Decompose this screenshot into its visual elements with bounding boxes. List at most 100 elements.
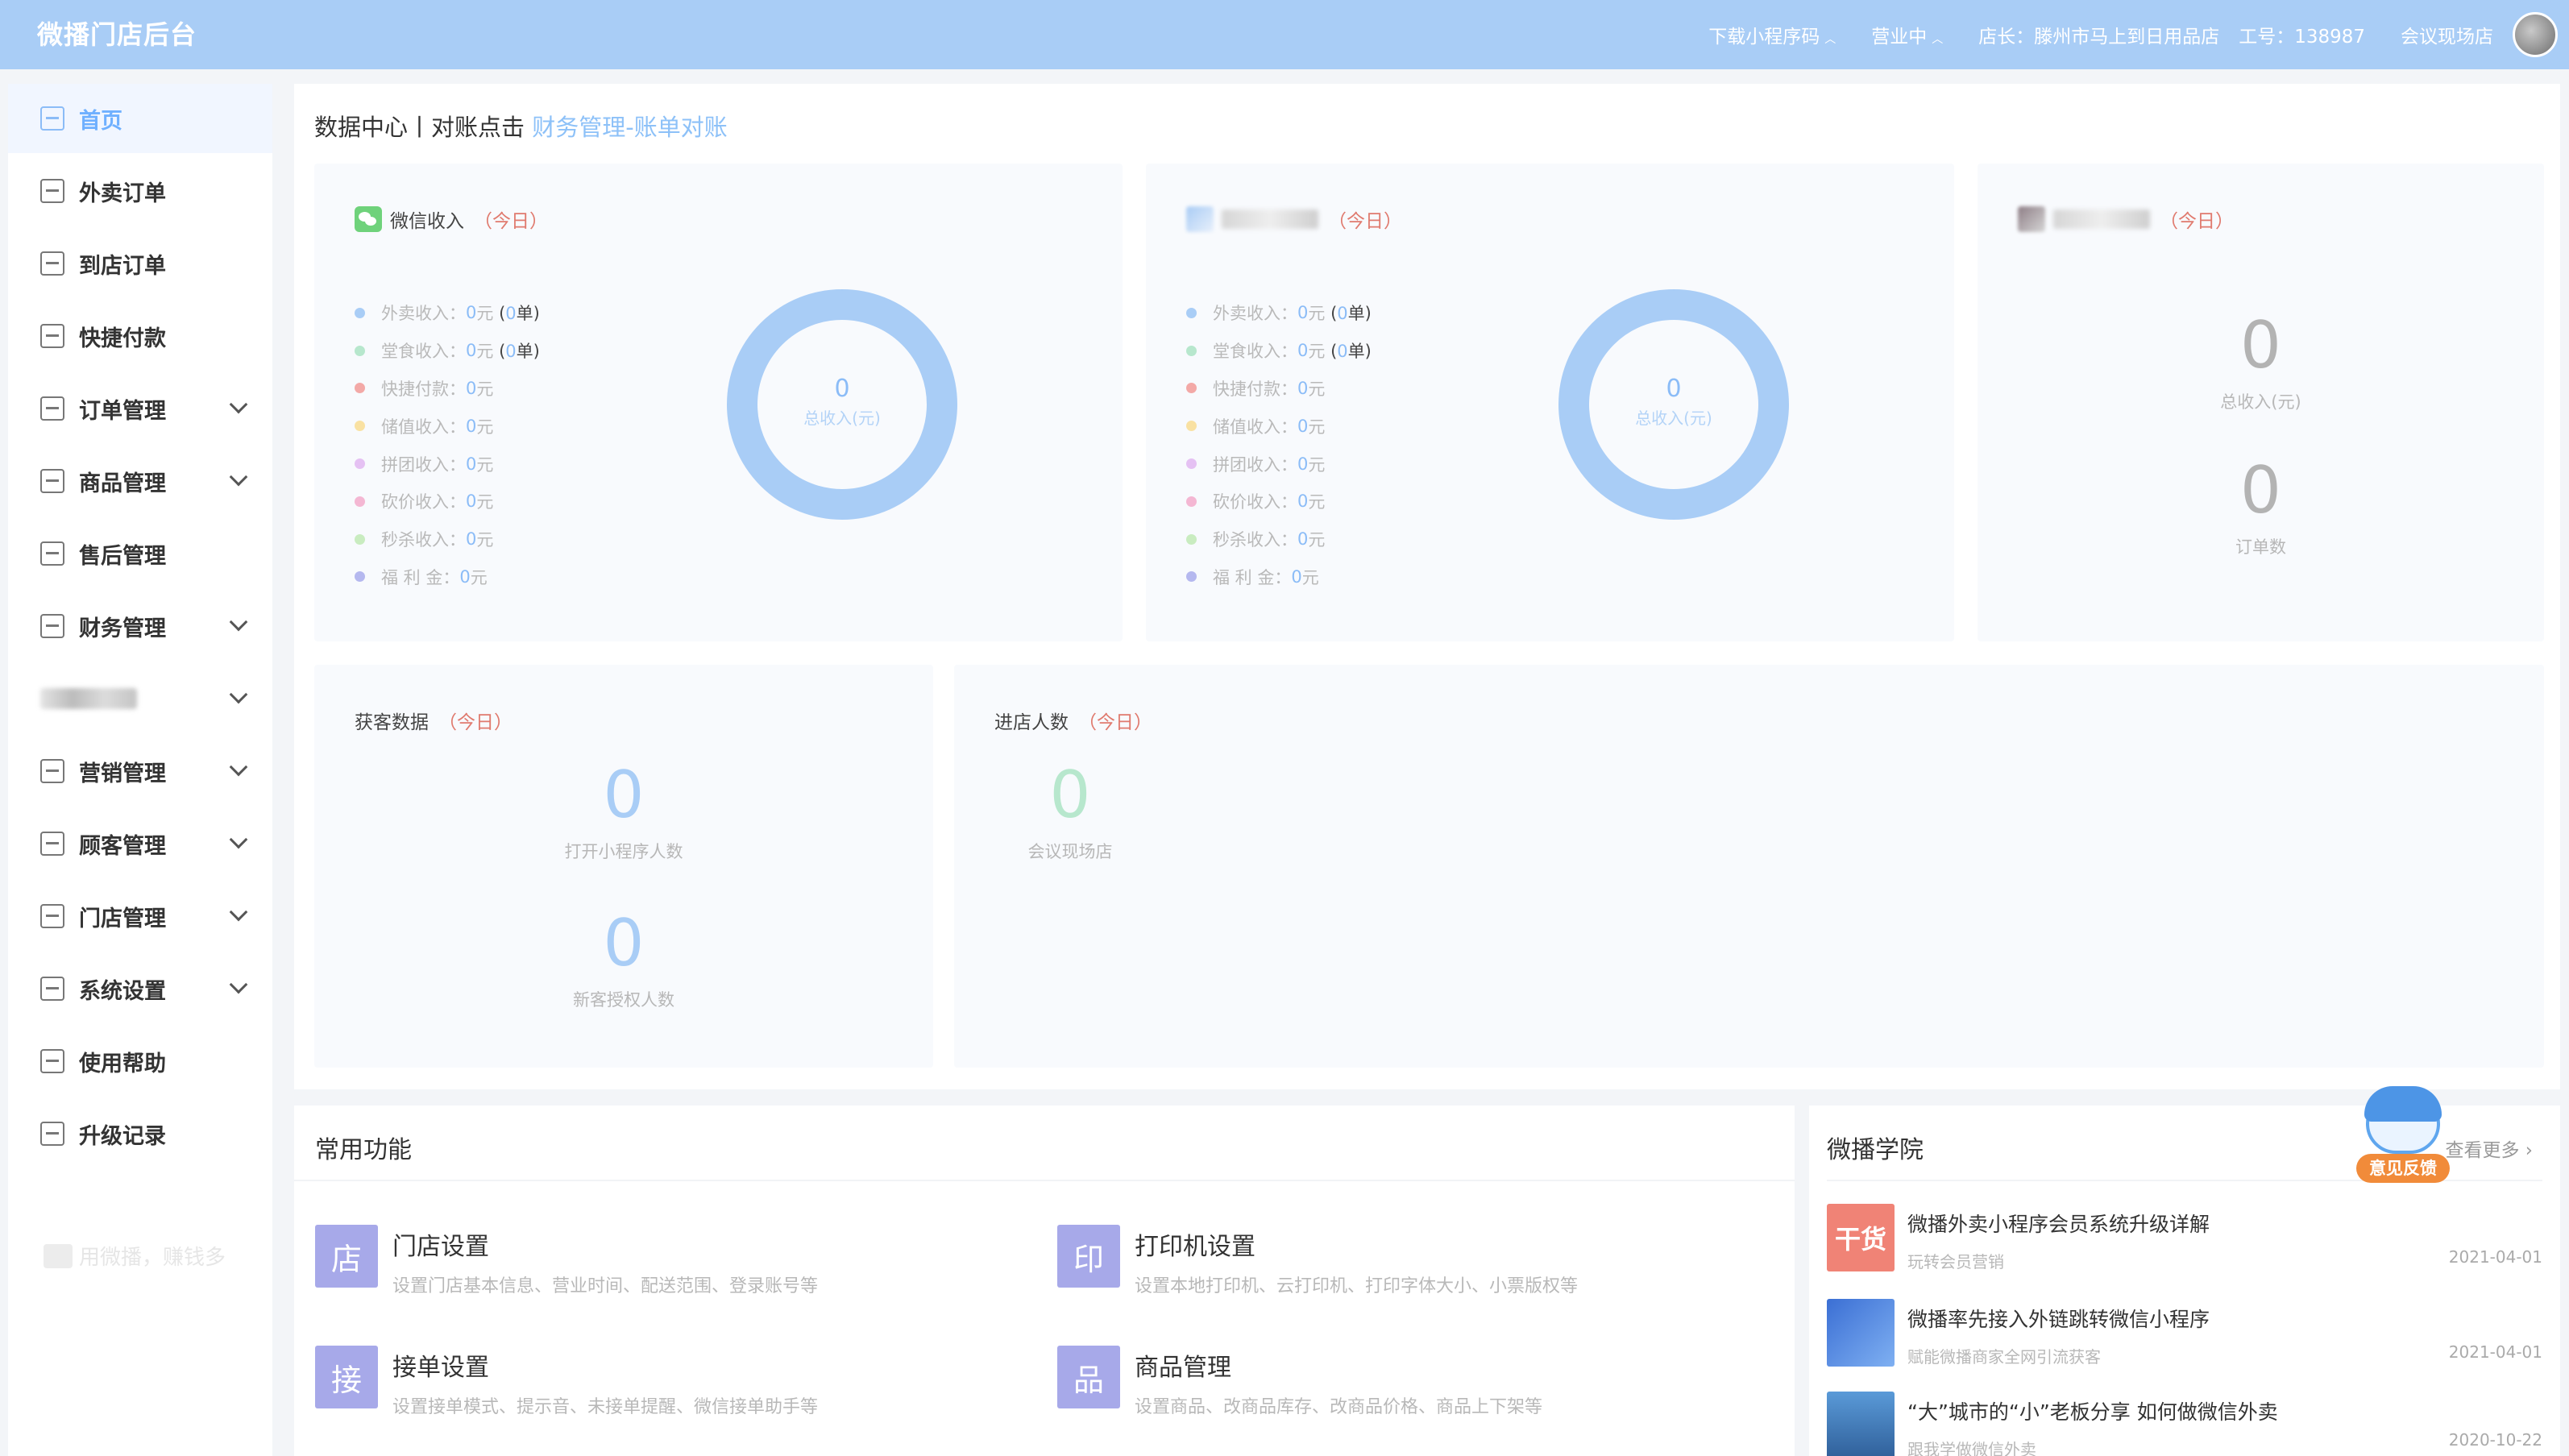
shortcut-desc: 设置本地打印机、云打印机、打印字体大小、小票版权等 <box>1135 1276 1579 1296</box>
legend-row: 储值收入： 0 元 <box>355 407 540 445</box>
sidebar-item-marketing[interactable]: 营销管理 <box>8 736 272 806</box>
visitors-stat: 0 会议现场店 <box>990 763 1151 863</box>
feedback-button[interactable]: 意见反馈 <box>2353 1086 2453 1189</box>
business-status-button[interactable]: 营业中 ︿ <box>1871 21 1943 48</box>
legend-dot <box>355 571 365 583</box>
article-date: 2021-04-01 <box>2448 1342 2542 1362</box>
legend-row: 砍价收入： 0 元 <box>355 483 540 521</box>
clipboard-check-icon <box>40 179 64 203</box>
sidebar-footer-text: 用微播，赚钱多 <box>79 1246 226 1270</box>
legend-label: 秒杀收入： <box>381 530 466 550</box>
total-income-label: 总收入(元) <box>2220 392 2301 412</box>
sidebar-item-label: 外卖订单 <box>79 180 166 206</box>
bill-reconcile-link[interactable]: 财务管理-账单对账 <box>532 114 727 141</box>
view-more-link[interactable]: 查看更多 › <box>2445 1135 2533 1162</box>
mascot-hat-icon <box>2364 1086 2442 1122</box>
brand-title: 微播门店后台 <box>37 19 197 50</box>
sidebar-item-customers[interactable]: 顾客管理 <box>8 809 272 878</box>
card-header: （今日） <box>1186 205 1402 233</box>
today-tag: （今日） <box>1078 712 1152 733</box>
store-settings-shortcut[interactable]: 店 门店设置 设置门店基本信息、营业时间、配送范围、登录账号等 <box>315 1225 818 1297</box>
article-item[interactable]: 微播率先接入外链跳转微信小程序 赋能微播商家全网引流获客 2021-04-01 <box>1827 1299 2542 1371</box>
legend-unit: 元 <box>476 530 494 550</box>
venue-label[interactable]: 会议现场店 <box>2401 21 2493 48</box>
income-legend: 外卖收入： 0 元 (0单) 堂食收入： 0 元 (0单) 快捷付款： 0 元 储值收入： 0… <box>1186 294 1372 595</box>
shortcut-title: 打印机设置 <box>1135 1233 1255 1261</box>
total-income-stat: 0 总收入(元) <box>1978 313 2544 413</box>
article-title: 微播外卖小程序会员系统升级详解 <box>1907 1213 2210 1236</box>
blurred-title <box>1222 209 1318 229</box>
order-icon <box>40 396 64 421</box>
new-auth-value: 0 <box>603 906 645 981</box>
sidebar-item-order-management[interactable]: 订单管理 <box>8 374 272 443</box>
donut-total-value: 0 <box>834 375 850 403</box>
legend-unit: 元 <box>1308 304 1326 324</box>
sidebar-item-store-management[interactable]: 门店管理 <box>8 881 272 951</box>
sidebar: 首页 外卖订单 到店订单 快捷付款 订单管理 商品管理 售后管理 财务管理 营销… <box>8 84 272 1456</box>
order-receiving-settings-shortcut[interactable]: 接 接单设置 设置接单模式、提示音、未接单提醒、微信接单助手等 <box>315 1346 818 1418</box>
legend-dot <box>1186 383 1197 394</box>
legend-value: 0 <box>1297 341 1309 361</box>
orders-count: 0 <box>505 304 517 324</box>
legend-value: 0 <box>466 378 477 398</box>
printer-settings-shortcut[interactable]: 印 打印机设置 设置本地打印机、云打印机、打印字体大小、小票版权等 <box>1057 1225 1578 1297</box>
sidebar-item-quick-pay[interactable]: 快捷付款 <box>8 301 272 371</box>
legend-label: 储值收入： <box>381 417 466 437</box>
orders-count: 0 <box>1337 342 1348 362</box>
shortcut-text: 接单设置 设置接单模式、提示音、未接单提醒、微信接单助手等 <box>392 1346 818 1418</box>
legend-label: 砍价收入： <box>1213 492 1297 512</box>
avatar[interactable] <box>2513 12 2558 57</box>
legend-row: 快捷付款： 0 元 <box>355 370 540 408</box>
sidebar-item-label: 系统设置 <box>79 978 166 1004</box>
sidebar-item-instore-orders[interactable]: 到店订单 <box>8 229 272 298</box>
sidebar-item-delivery-orders[interactable]: 外卖订单 <box>8 156 272 226</box>
staff-id-label: 工号：138987 <box>2239 27 2365 48</box>
legend-row: 储值收入： 0 元 <box>1186 407 1372 445</box>
sidebar-item-after-sales[interactable]: 售后管理 <box>8 519 272 588</box>
chevron-down-icon <box>229 685 248 704</box>
download-mini-program-button[interactable]: 下载小程序码 ︿ <box>1708 21 1836 48</box>
sidebar-item-label: 首页 <box>79 108 122 134</box>
card-header: 微信收入 （今日） <box>355 205 548 233</box>
people-icon <box>40 251 64 276</box>
card-title: 获客数据 <box>355 712 429 733</box>
sidebar-item-blurred[interactable] <box>8 664 272 733</box>
sidebar-item-label: 快捷付款 <box>79 326 166 351</box>
legend-row: 外卖收入： 0 元 (0单) <box>355 294 540 332</box>
sidebar-item-upgrade-log[interactable]: 升级记录 <box>8 1099 272 1168</box>
product-management-shortcut[interactable]: 品 商品管理 设置商品、改商品库存、改商品价格、商品上下架等 <box>1057 1346 1542 1418</box>
sidebar-item-label: 售后管理 <box>79 543 166 569</box>
upgrade-icon <box>40 1122 64 1146</box>
download-mini-label: 下载小程序码 <box>1708 27 1820 48</box>
common-functions-panel: 常用功能 店 门店设置 设置门店基本信息、营业时间、配送范围、登录账号等 印 打… <box>294 1105 1795 1456</box>
monitor-icon <box>40 106 64 131</box>
legend-value: 0 <box>1297 454 1309 474</box>
sidebar-item-label: 营销管理 <box>79 761 166 786</box>
article-thumbnail <box>1827 1299 1895 1367</box>
sidebar-item-help[interactable]: 使用帮助 <box>8 1027 272 1096</box>
legend-dot <box>1186 421 1197 432</box>
article-item[interactable]: 干货 微播外卖小程序会员系统升级详解 玩转会员营销 2021-04-01 <box>1827 1204 2542 1276</box>
legend-label: 砍价收入： <box>381 492 466 512</box>
chevron-up-icon: ︿ <box>1932 33 1944 46</box>
sidebar-item-label: 订单管理 <box>79 398 166 424</box>
legend-dot <box>355 533 365 545</box>
legend-row: 秒杀收入： 0 元 <box>1186 521 1372 558</box>
sidebar-item-finance[interactable]: 财务管理 <box>8 591 272 661</box>
legend-label: 福 利 金： <box>381 567 460 587</box>
thumbnail-text: 干货 <box>1834 1224 1886 1255</box>
sidebar-item-label: 顾客管理 <box>79 833 166 859</box>
legend-row: 福 利 金： 0 元 <box>1186 558 1372 596</box>
sidebar-item-product-management[interactable]: 商品管理 <box>8 446 272 516</box>
legend-dot <box>1186 571 1197 583</box>
sidebar-item-home[interactable]: 首页 <box>8 84 272 153</box>
card-header: （今日） <box>2018 205 2234 233</box>
wechat-icon <box>355 206 382 232</box>
article-item[interactable]: “大”城市的“小”老板分享 如何做微信外卖 跟我学做微信外卖 2020-10-2… <box>1827 1392 2542 1456</box>
blurred-title <box>2053 209 2150 229</box>
legend-orders: (0单) <box>499 304 540 324</box>
sidebar-item-system-settings[interactable]: 系统设置 <box>8 954 272 1023</box>
legend-row: 砍价收入： 0 元 <box>1186 483 1372 521</box>
chevron-down-icon <box>229 830 248 849</box>
orders-count: 0 <box>505 342 517 362</box>
